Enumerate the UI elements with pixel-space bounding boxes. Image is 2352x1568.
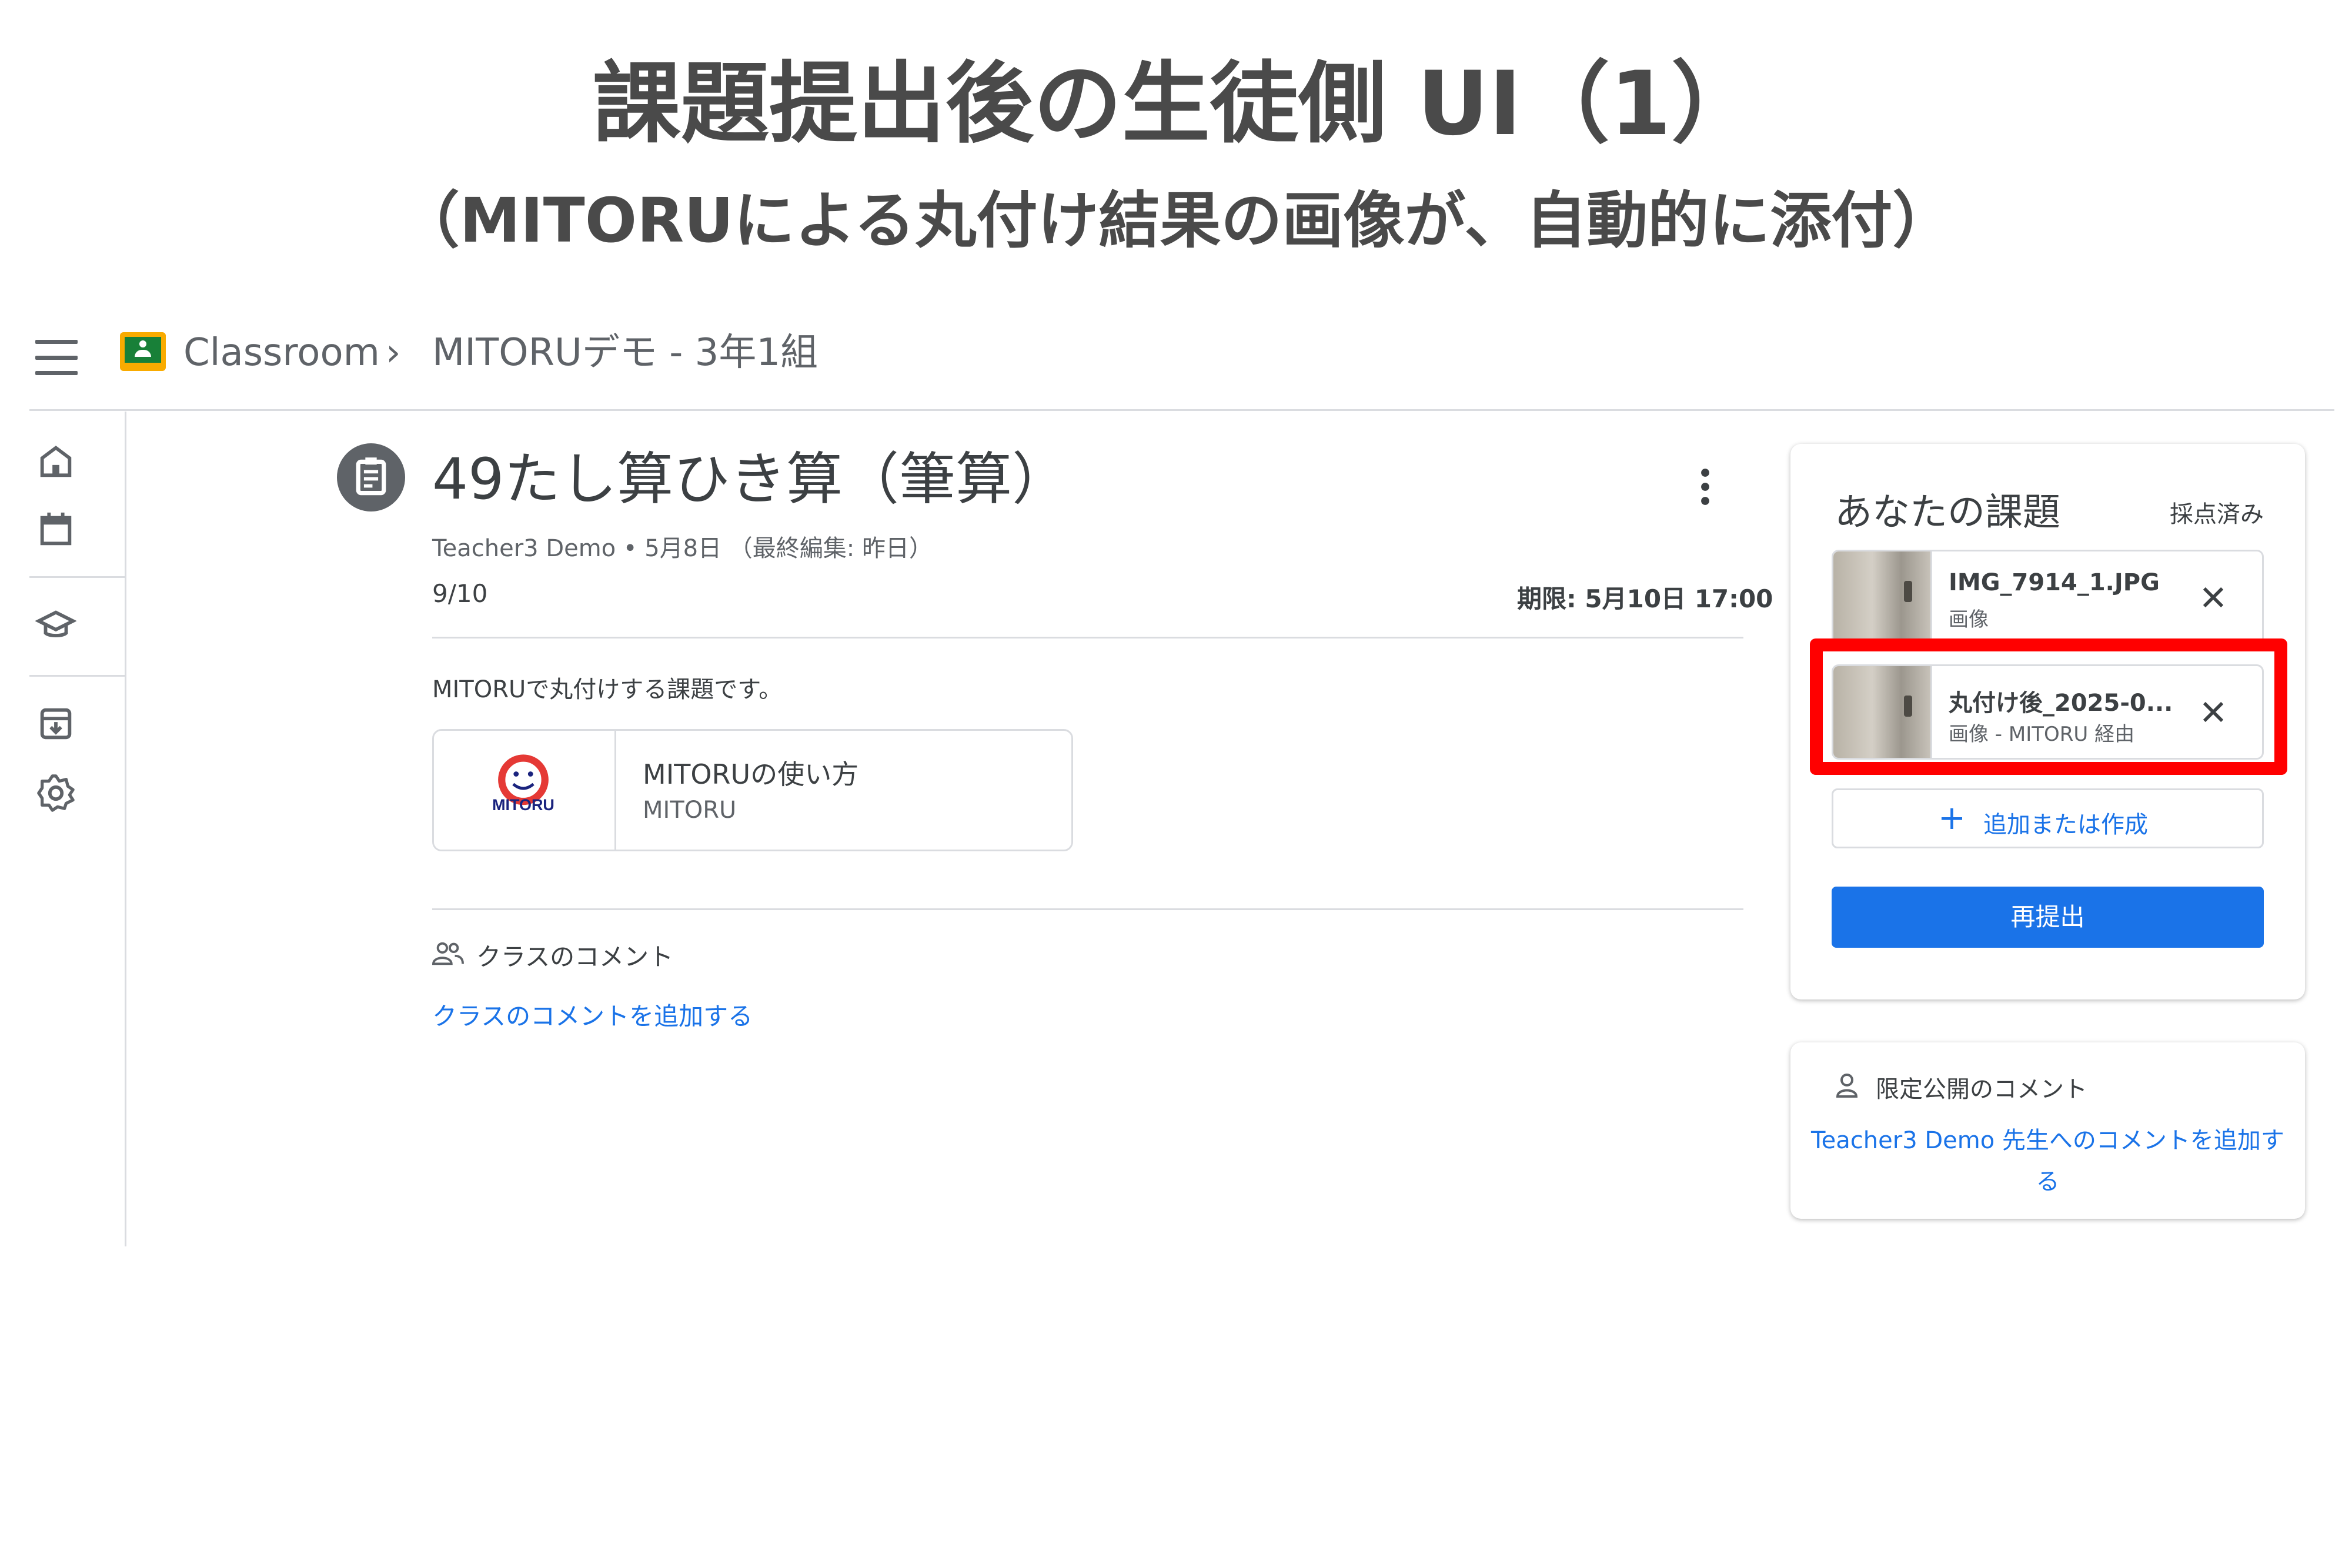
rail-border	[125, 412, 126, 1246]
archive-icon[interactable]	[35, 703, 76, 744]
file-type: 画像	[1949, 608, 1989, 631]
attached-file[interactable]: IMG_7914_1.JPG 画像	[1832, 550, 2264, 645]
add-private-comment-link[interactable]: Teacher3 Demo 先生へのコメントを追加する	[1808, 1120, 2287, 1202]
more-vert-icon[interactable]	[1693, 466, 1717, 508]
highlight-box	[1810, 638, 2287, 775]
topbar-divider	[29, 409, 2334, 411]
breadcrumb-classroom[interactable]: Classroom	[183, 329, 380, 376]
rail-divider	[29, 675, 125, 677]
mitoru-logo: MITORU	[434, 731, 616, 850]
add-class-comment-link[interactable]: クラスのコメントを追加する	[432, 997, 753, 1032]
calendar-icon[interactable]	[35, 509, 76, 550]
add-or-create-button[interactable]: + 追加または作成	[1832, 788, 2264, 848]
assignment-icon	[337, 443, 405, 511]
breadcrumb-class-name[interactable]: MITORUデモ - 3年1組	[432, 329, 818, 376]
file-name: IMG_7914_1.JPG	[1949, 569, 2160, 596]
status-badge: 採点済み	[2170, 501, 2264, 528]
add-or-create-label: 追加または作成	[1983, 811, 2148, 838]
assignment-title: 49たし算ひき算（筆算）	[432, 446, 1069, 512]
logo-text: MITORU	[492, 796, 554, 814]
class-comments-label: クラスのコメント	[476, 942, 674, 971]
private-comments-label: 限定公開のコメント	[1876, 1076, 2087, 1103]
home-icon[interactable]	[35, 441, 76, 482]
divider	[432, 908, 1743, 910]
attachment-card[interactable]: MITORU MITORUの使い方 MITORU	[432, 729, 1073, 851]
your-work-title: あなたの課題	[1835, 491, 2060, 534]
assignment-meta: Teacher3 Demo • 5月8日 （最終編集: 昨日）	[432, 535, 933, 562]
classroom-logo-icon[interactable]	[120, 332, 166, 371]
remove-file-icon[interactable]	[2198, 582, 2229, 613]
person-icon	[1836, 1074, 1858, 1098]
settings-icon[interactable]	[35, 773, 76, 814]
attachment-source: MITORU	[643, 797, 737, 824]
assignment-description: MITORUで丸付けする課題です。	[432, 676, 783, 703]
attachment-title[interactable]: MITORUの使い方	[643, 753, 858, 792]
rail-divider	[29, 576, 125, 578]
resubmit-button[interactable]: 再提出	[1832, 887, 2264, 948]
main-menu-icon[interactable]	[35, 340, 78, 375]
assignment-points: 9/10	[432, 579, 488, 608]
chevron-right-icon: ›	[386, 331, 401, 375]
mitoru-logo-icon: MITORU	[492, 754, 554, 814]
enrolled-icon[interactable]	[35, 606, 76, 647]
assignment-due-date: 期限: 5月10日 17:00	[1517, 584, 1773, 613]
people-icon	[432, 942, 464, 965]
file-thumbnail	[1833, 551, 1932, 643]
plus-icon: +	[1938, 799, 1966, 837]
divider	[432, 637, 1743, 638]
slide-subtitle: （MITORUによる丸付け結果の画像が、自動的に添付）	[398, 185, 1954, 256]
slide-title: 課題提出後の生徒側 UI（1）	[592, 53, 1760, 155]
